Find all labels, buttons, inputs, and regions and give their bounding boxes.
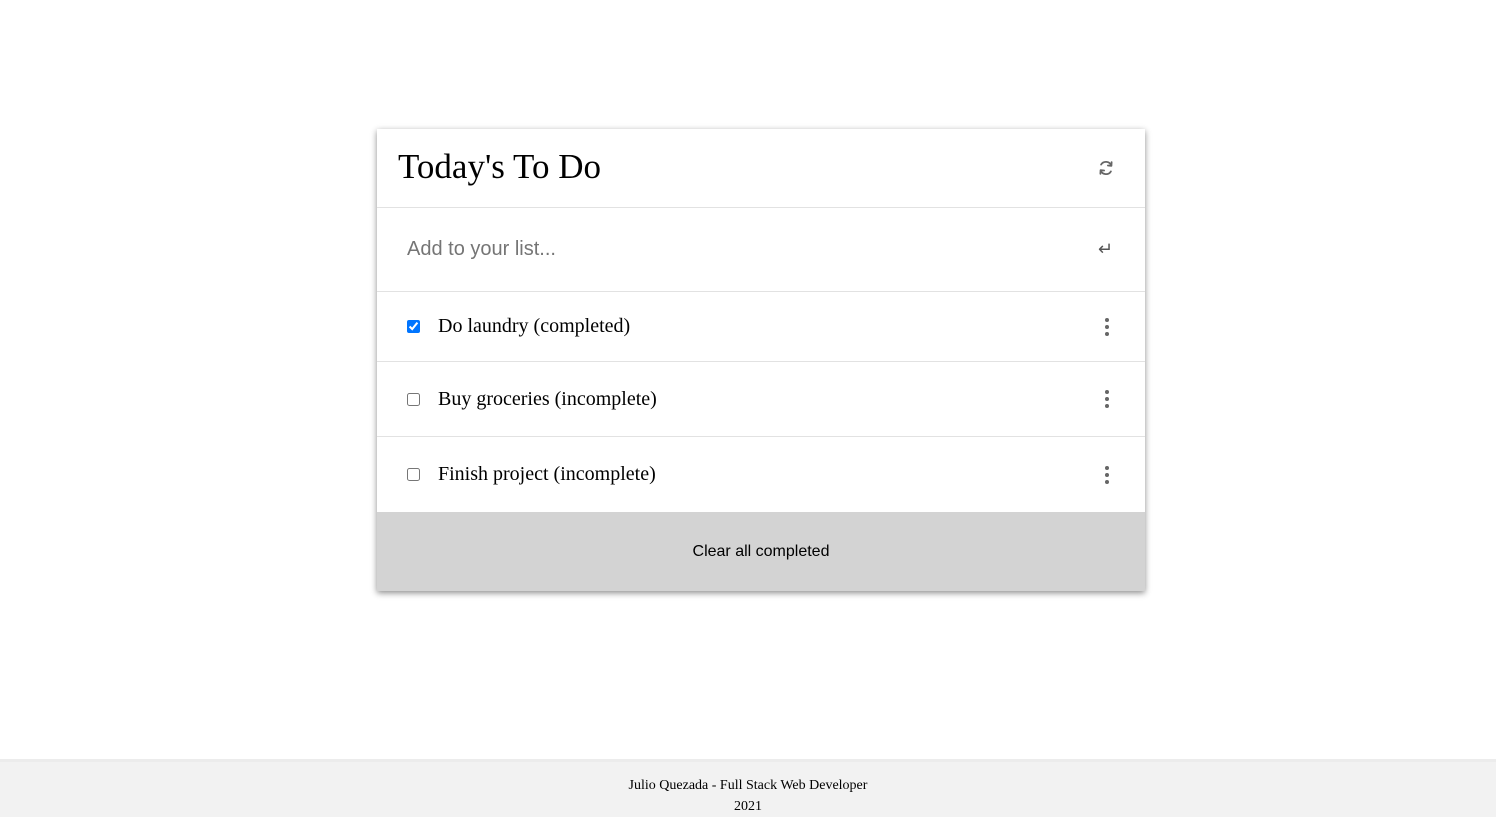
list-item: Finish project (incomplete) [377,437,1145,512]
refresh-button[interactable] [1095,157,1117,179]
list-item: Buy groceries (incomplete) [377,362,1145,437]
item-checkbox[interactable] [407,468,420,481]
refresh-icon [1099,160,1113,176]
more-options-icon[interactable] [1097,463,1117,487]
clear-completed-button[interactable]: Clear all completed [377,512,1145,591]
item-label: Do laundry (completed) [438,315,631,337]
list-item: Do laundry (completed) [377,292,1145,362]
footer-credit: Julio Quezada - Full Stack Web Developer [628,778,868,793]
enter-icon[interactable]: ↵ [1098,239,1113,260]
item-checkbox[interactable] [407,392,420,406]
more-options-icon[interactable] [1097,315,1117,339]
card-header: Today's To Do [377,129,1145,208]
todo-card: Today's To Do ↵ Do laundry (completed) B… [377,129,1145,591]
footer-year: 2021 [734,799,762,814]
footer: Julio Quezada - Full Stack Web Developer… [0,759,1496,817]
more-options-icon[interactable] [1097,387,1117,411]
item-label: Buy groceries (incomplete) [438,387,657,410]
item-checkbox[interactable] [407,320,420,333]
item-label: Finish project (incomplete) [438,463,656,485]
add-item-input[interactable] [407,238,1007,261]
add-item-row: ↵ [377,208,1145,292]
page-title: Today's To Do [398,147,601,186]
